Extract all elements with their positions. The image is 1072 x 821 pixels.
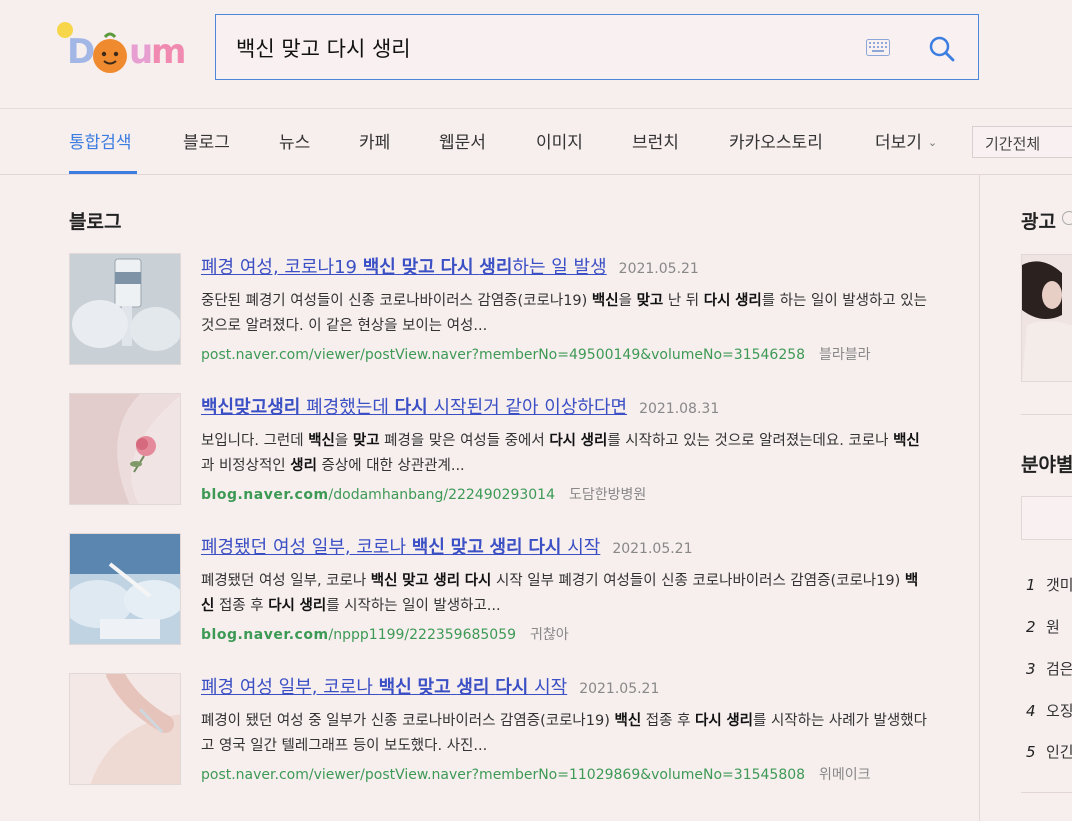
result-thumbnail[interactable] xyxy=(69,393,181,505)
tab-brunch[interactable]: 브런치 xyxy=(632,128,679,153)
result-url-path: /viewer/postView.naver?memberNo=11029869… xyxy=(308,767,806,783)
result-description: 폐경이 됐던 여성 중 일부가 신종 코로나바이러스 감염증(코로나19) 백신… xyxy=(201,713,927,754)
result-url-host: post.naver.com xyxy=(201,767,309,783)
result-url-path: /dodamhanbang/222490293014 xyxy=(328,487,555,503)
result-title-link[interactable]: 폐경 여성, 코로나19 백신 맞고 다시 생리하는 일 발생 2021.05.2… xyxy=(201,253,699,279)
blog-result: 백신맞고생리 폐경했는데 다시 시작된거 같아 이상하다면 2021.08.31 … xyxy=(69,393,949,505)
ranking-item[interactable]: 1 갯미 xyxy=(1026,574,1072,595)
period-select[interactable]: 기간전체 xyxy=(972,126,1072,158)
rank-text: 오징 xyxy=(1046,702,1072,720)
header: D u m xyxy=(0,0,1072,109)
tab-more-label: 더보기 xyxy=(875,133,922,153)
result-url-host: post.naver.com xyxy=(201,347,309,363)
result-author[interactable]: 귀찮아 xyxy=(530,627,569,643)
blog-result: 폐경됐던 여성 일부, 코로나 백신 맞고 생리 다시 시작 2021.05.21… xyxy=(69,533,949,645)
rank-number: 5 xyxy=(1026,743,1036,761)
result-url[interactable]: post.naver.com/viewer/postView.naver?mem… xyxy=(201,764,871,784)
result-url-path: /viewer/postView.naver?memberNo=49500149… xyxy=(308,347,806,363)
result-author[interactable]: 위메이크 xyxy=(819,767,871,783)
result-date: 2021.08.31 xyxy=(639,401,720,417)
result-author[interactable]: 도담한방병원 xyxy=(569,487,646,503)
daum-logo-mark: D u m xyxy=(57,22,186,73)
result-title[interactable]: 폐경 여성, 코로나19 백신 맞고 다시 생리하는 일 발생 xyxy=(201,257,607,278)
column-divider xyxy=(979,175,980,821)
rank-number: 4 xyxy=(1026,702,1036,720)
tab-image[interactable]: 이미지 xyxy=(536,128,583,153)
result-date: 2021.05.21 xyxy=(579,681,660,697)
result-title-link[interactable]: 폐경됐던 여성 일부, 코로나 백신 맞고 생리 다시 시작 2021.05.21 xyxy=(201,533,693,559)
result-thumbnail[interactable] xyxy=(69,253,181,365)
rank-text: 인긴 xyxy=(1046,743,1072,761)
result-title[interactable]: 폐경됐던 여성 일부, 코로나 백신 맞고 생리 다시 시작 xyxy=(201,537,600,558)
ranking-item[interactable]: 2원 xyxy=(1026,616,1060,637)
rank-text: 갯미 xyxy=(1046,576,1072,594)
result-url-host: blog.naver.com xyxy=(201,627,329,643)
ad-section-title: 광고 xyxy=(1021,211,1056,233)
daum-logo[interactable]: D u m xyxy=(55,14,190,78)
result-description: 보입니다. 그런데 백신을 맞고 폐경을 맞은 여성들 중에서 다시 생리를 시… xyxy=(201,433,920,474)
tab-integrated[interactable]: 통합검색 xyxy=(69,128,132,153)
ranking-item[interactable]: 4 오징 xyxy=(1026,700,1072,721)
result-date: 2021.05.21 xyxy=(612,541,693,557)
svg-text:m: m xyxy=(151,32,186,72)
result-url-host: blog.naver.com xyxy=(201,487,329,503)
result-url[interactable]: blog.naver.com/nppp1199/222359685059 귀찮아 xyxy=(201,624,569,644)
rank-number: 3 xyxy=(1026,660,1036,678)
search-tabs: 통합검색 블로그 뉴스 카페 웹문서 이미지 브런치 카카오스토리 더보기 ⌄ xyxy=(0,108,1072,175)
search-icon[interactable] xyxy=(928,35,956,63)
result-url[interactable]: post.naver.com/viewer/postView.naver?mem… xyxy=(201,344,871,364)
field-section-title: 분야별 xyxy=(1021,454,1072,476)
blog-result: 폐경 여성, 코로나19 백신 맞고 다시 생리하는 일 발생 2021.05.2… xyxy=(69,253,949,365)
tab-cafe[interactable]: 카페 xyxy=(359,128,390,153)
result-title[interactable]: 폐경 여성 일부, 코로나 백신 맞고 생리 다시 시작 xyxy=(201,677,567,698)
svg-text:u: u xyxy=(129,32,153,72)
rank-text: 원 xyxy=(1046,618,1060,636)
section-title: 블로그 xyxy=(69,211,122,233)
result-title[interactable]: 백신맞고생리 폐경했는데 다시 시작된거 같아 이상하다면 xyxy=(201,397,627,418)
search-box xyxy=(215,14,979,80)
ranking-item[interactable]: 5 인긴 xyxy=(1026,741,1072,762)
tab-more[interactable]: 더보기 ⌄ xyxy=(875,128,937,153)
tab-webdoc[interactable]: 웹문서 xyxy=(439,128,486,153)
svg-text:D: D xyxy=(67,32,95,72)
result-description: 폐경됐던 여성 일부, 코로나 백신 맞고 생리 다시 시작 일부 폐경기 여성… xyxy=(201,573,919,614)
blog-result: 폐경 여성 일부, 코로나 백신 맞고 생리 다시 시작 2021.05.21 폐… xyxy=(69,673,949,785)
ranking-item[interactable]: 3 검은 xyxy=(1026,658,1072,679)
tab-news[interactable]: 뉴스 xyxy=(279,128,310,153)
result-thumbnail[interactable] xyxy=(69,533,181,645)
separator xyxy=(1021,792,1072,793)
ad-image[interactable] xyxy=(1021,254,1072,382)
tab-blog[interactable]: 블로그 xyxy=(183,128,230,153)
result-title-link[interactable]: 폐경 여성 일부, 코로나 백신 맞고 생리 다시 시작 2021.05.21 xyxy=(201,673,659,699)
rank-text: 검은 xyxy=(1046,660,1072,678)
separator xyxy=(1021,414,1072,415)
result-thumbnail[interactable] xyxy=(69,673,181,785)
result-date: 2021.05.21 xyxy=(618,261,699,277)
active-tab-indicator xyxy=(69,171,137,174)
result-url[interactable]: blog.naver.com/dodamhanbang/222490293014… xyxy=(201,484,646,504)
rank-number: 2 xyxy=(1026,618,1036,636)
result-url-path: /nppp1199/222359685059 xyxy=(328,627,517,643)
result-title-link[interactable]: 백신맞고생리 폐경했는데 다시 시작된거 같아 이상하다면 2021.08.31 xyxy=(201,393,719,419)
result-description: 중단된 폐경기 여성들이 신종 코로나바이러스 감염증(코로나19) 백신을 맞… xyxy=(201,293,927,334)
field-selector[interactable] xyxy=(1021,496,1072,540)
rank-number: 1 xyxy=(1026,576,1036,594)
result-author[interactable]: 블라블라 xyxy=(819,347,871,363)
ad-info-icon[interactable] xyxy=(1062,211,1072,225)
chevron-down-icon: ⌄ xyxy=(927,136,938,149)
keyboard-icon[interactable] xyxy=(866,39,890,56)
tab-kakaostory[interactable]: 카카오스토리 xyxy=(729,128,823,153)
search-input[interactable] xyxy=(236,33,856,63)
